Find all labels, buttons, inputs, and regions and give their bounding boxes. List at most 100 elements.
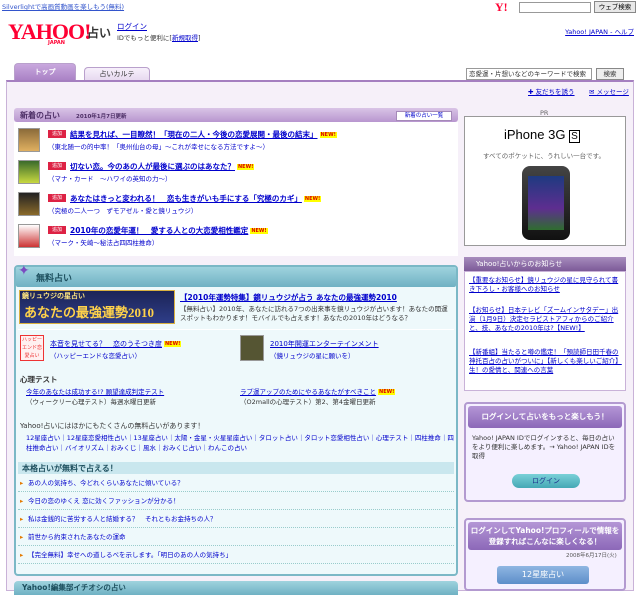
news-thumbnail[interactable] [18,160,40,184]
news-item-sub[interactable]: （東北随一の的中率！「奥州仙台の母」～これが幸せになる方法ですよ～） [48,141,269,151]
honkaku-item[interactable]: 私は金銭的に苦労する人と結婚する？ それともお金持ちの人？ [18,511,454,528]
news-list: 追加 結果を見れば、一目瞭然！「現在の二人・今後の恋愛展開・最後の結末」 NEW!… [14,122,458,256]
keyword-search-button[interactable]: 検索 [596,68,624,80]
notice-item[interactable]: 【重要なお知らせ】鏡リュウジの星に見守られて書き下ろし・お客様へのお知らせ [469,276,623,294]
news-item-title-text[interactable]: 切ない恋。今のあの人が最後に選ぶのはあなた？ [70,162,235,171]
login-sub-text: IDでもっと便利に[新規取得] [117,32,201,42]
card1-sub[interactable]: （ハッピーエンドな恋愛占い） [50,350,141,360]
psy-test-2-title[interactable]: ラブ運アップのためにやるあなたがすべきこと NEW! [240,386,396,396]
new-badge: NEW! [303,196,322,202]
feature-title[interactable]: 【2010年運勢特集】鏡リュウジが占う あなたの最強運勢2010 [180,292,397,303]
free-fortune-header [16,267,456,287]
psy-test-1-title[interactable]: 今年のあなたは成功する!? 願望達成判定テスト [26,386,164,396]
card2-title[interactable]: 2010年開運エンターテインメント [270,339,379,349]
news-item-title[interactable]: 切ない恋。今のあの人が最後に選ぶのはあなた？ NEW! [70,161,255,172]
psy-test-2-sub: （O2mallの心理テスト）第2、第4金曜日更新 [240,398,376,406]
free-fortune-title: 無料占い [36,274,73,284]
news-item: 追加 切ない恋。今のあの人が最後に選ぶのはあなた？ NEW! （マナ・カード ～ハ… [18,156,454,186]
header-right-links[interactable]: Yahoo! JAPAN - ヘルプ [565,26,634,36]
added-badge: 追加 [48,226,66,234]
login-promo-title: ログインして占いをもっと楽しもう！ [468,406,622,428]
login-sub-label: IDでもっと便利に[ [117,34,172,42]
notice-header: Yahoo!占いからのお知らせ [464,257,626,271]
notice-list: 【重要なお知らせ】鏡リュウジの星に見守られて書き下ろし・お客様へのお知らせ 【お… [464,271,626,391]
news-item-title-text[interactable]: 2010年の恋愛年運！ 愛する人との大恋愛相性鑑定 [70,226,248,235]
seiza-button[interactable]: 12星座占い [497,566,589,584]
honkaku-item[interactable]: 前世から約束されたあなたの運命 [18,529,454,546]
new-badge: NEW! [237,164,255,170]
banner-line2: あなたの最強運勢2010 [24,305,155,320]
iphone-screen-image [528,176,564,230]
news-item-title[interactable]: あなたはきっと変われる！ 恋も生きがいも手にする「究極のカギ」 NEW! [70,193,322,204]
category-links[interactable]: 12星座占い｜12星座恋愛相性占い｜13星座占い｜太陽・金星・火星星座占い｜タロ… [26,433,456,453]
card1-title[interactable]: 本音を見せてる？ 恋のうそつき度 NEW! [50,339,182,349]
honkaku-item[interactable]: 今日の恋のゆくえ 恋に効くファッションが分かる！ [18,493,454,510]
new-badge: NEW! [250,228,268,234]
new-badge: NEW! [164,341,182,347]
ad-subtitle: すべてのポケットに、うれしい一台です。 [483,152,605,160]
notice-item[interactable]: 【新番組】当たると噂の鑑定！「預読師日田千春の神托百占の占いがついに」【新しくも… [469,348,623,375]
profile-promo-date: 2008年6月17日(火) [566,553,617,559]
login-sub-end: ] [197,34,201,42]
honkaku-item[interactable]: 【完全無料】幸せへの道しるべを示します。「明日のあの人の気持ち」 [18,547,454,564]
news-item-title[interactable]: 2010年の恋愛年運！ 愛する人との大恋愛相性鑑定 NEW! [70,225,268,236]
news-item: 追加 結果を見れば、一目瞭然！「現在の二人・今後の恋愛展開・最後の結末」 NEW!… [18,124,454,154]
yahoo-small-logo-icon[interactable]: Y! [495,0,511,14]
honkaku-item[interactable]: あの人の気持ち、今どれくらいあなたに傾いている？ [18,475,454,492]
tab-top[interactable]: トップ [14,63,76,81]
news-item-sub[interactable]: （究極の二人一つ ずモアゼル・愛と鏡リュウジ） [48,205,197,215]
news-item-sub[interactable]: （マナ・カード ～ハワイの英知の力～） [48,173,172,183]
ad-title[interactable]: iPhone 3G S [504,127,580,143]
news-list-button[interactable]: 新着の占い一覧 [396,111,452,121]
psy-test-2-title-text[interactable]: ラブ運アップのためにやるあなたがすべきこと [240,388,376,396]
message-link[interactable]: ✉ メッセージ [589,86,629,96]
added-badge: 追加 [48,162,66,170]
honkaku-title: 本格占いが無料で占える！ [22,464,118,473]
news-thumbnail[interactable] [18,192,40,216]
news-thumbnail[interactable] [18,128,40,152]
card2-sub[interactable]: （鏡リュウジの星に願いを） [270,350,355,360]
profile-promo-title: ログインしてYahoo!プロフィールで情報を登録すればこんなに楽しくなる！ [468,522,622,550]
yahoo-logo-japan: JAPAN [48,40,65,46]
more-free-text: Yahoo!占いにはほかにもたくさんの無料占いがあります！ [20,422,205,430]
card1-title-text[interactable]: 本音を見せてる？ 恋のうそつき度 [50,340,162,348]
news-thumbnail[interactable] [18,224,40,248]
login-link[interactable]: ログイン [117,21,147,32]
main-tabs: トップ 占いカルテ [14,63,466,81]
psy-test-1-sub: （ウィークリー心理テスト）毎週水曜日更新 [26,398,156,406]
message-label[interactable]: メッセージ [597,88,629,96]
register-link[interactable]: 新規取得 [172,34,198,42]
added-badge: 追加 [48,130,66,138]
news-item: 追加 2010年の恋愛年運！ 愛する人との大恋愛相性鑑定 NEW! （マーク・矢崎… [18,220,454,250]
happy-end-thumbnail[interactable]: ハッピーエンド恋愛占い [20,335,44,361]
news-item: 追加 あなたはきっと変われる！ 恋も生きがいも手にする「究極のカギ」 NEW! （… [18,188,454,218]
silverlight-link[interactable]: Silverlightで高画質動画を楽しもう(無料) [2,1,124,11]
tab-karte[interactable]: 占いカルテ [84,67,150,81]
kagami-thumbnail[interactable] [240,335,264,361]
banner-line1: 鏡リュウジの星占い [22,292,85,300]
news-item-title[interactable]: 結果を見れば、一目瞭然！「現在の二人・今後の恋愛展開・最後の結末」 NEW! [70,129,337,140]
psychology-test-title: 心理テスト [20,375,58,384]
login-promo-button[interactable]: ログイン [512,474,580,488]
invite-friends-label[interactable]: 友だちを誘う [536,88,575,96]
editorial-title: Yahoo!編集部イチオシの占い [22,583,126,592]
login-promo-text: Yahoo! JAPAN IDでログインすると、毎日の占いをより便利に楽しめます… [472,434,616,460]
new-badge: NEW! [378,389,396,395]
news-item-title-text[interactable]: あなたはきっと変われる！ 恋も生きがいも手にする「究極のカギ」 [70,194,302,203]
divider [18,329,454,330]
keyword-search-input[interactable]: 恋愛運・片想いなどのキーワードで検索 [466,68,592,80]
added-badge: 追加 [48,194,66,202]
web-search-input[interactable] [519,2,591,13]
news-item-sub[interactable]: （マーク・矢崎～秘法占四四柱推命） [48,237,158,247]
news-item-title-text[interactable]: 結果を見れば、一目瞭然！「現在の二人・今後の恋愛展開・最後の結末」 [70,130,318,139]
invite-friends-link[interactable]: ✚ 友だちを誘う [528,86,575,96]
star-icon: ✦ [18,263,30,279]
new-badge: NEW! [319,132,337,138]
ad-title-text[interactable]: iPhone 3G [504,127,565,142]
service-name[interactable]: 占い [87,24,111,41]
news-title: 新着の占い [20,111,60,120]
ad-title-s: S [569,130,580,143]
web-search-button[interactable]: ウェブ検索 [594,1,636,13]
notice-item[interactable]: 【お知らせ】日本テレビ「ズームインサタデー」出演（1月9日）決定セラピストアフィ… [469,306,623,333]
feature-text: 【無料占い】2010年、あなたに訪れる7つの出来事を鏡リュウジが占います！あなた… [180,305,448,322]
